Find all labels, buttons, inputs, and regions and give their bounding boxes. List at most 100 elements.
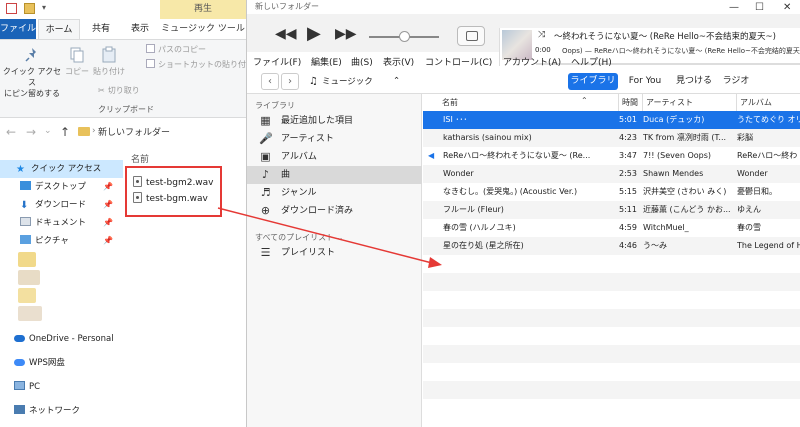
nav-downloads[interactable]: ⬇ ダウンロード 📌 [0, 196, 123, 214]
menu-view[interactable]: 表示(V) [383, 55, 414, 68]
up-arrow-icon[interactable]: ↑ [60, 125, 70, 139]
volume-knob[interactable] [399, 31, 410, 42]
sidebar-item-playlist[interactable]: ☰ プレイリスト [247, 244, 422, 262]
paste-shortcut-icon [146, 59, 155, 68]
nav-pc[interactable]: PC [0, 378, 123, 396]
table-row[interactable] [423, 273, 800, 291]
tab-music-tools[interactable]: ミュージック ツール [160, 19, 246, 39]
column-header-time[interactable]: 時間 [619, 94, 643, 111]
paste-shortcut-button[interactable]: ショートカットの貼り付け [146, 59, 254, 71]
sidebar-item-songs[interactable]: ♪ 曲 [247, 166, 422, 184]
file-item[interactable]: test-bgm2.wav [133, 176, 214, 190]
network-icon [14, 405, 25, 414]
menu-file[interactable]: ファイル(F) [253, 55, 301, 68]
album-icon: ▣ [260, 150, 271, 163]
column-header-name[interactable]: 名前 [439, 94, 619, 111]
sidebar-item-recently-added[interactable]: ▦ 最近追加した項目 [247, 112, 422, 130]
table-row[interactable] [423, 327, 800, 345]
nav-quick-access[interactable]: ★ クイック アクセス [0, 160, 123, 178]
song-artist: 近藤薫 (こんどう かお... [643, 205, 731, 214]
address-path[interactable]: 新しいフォルダー [98, 125, 170, 138]
column-header-artist[interactable]: アーティスト [643, 94, 737, 111]
table-row[interactable] [423, 255, 800, 273]
menu-edit[interactable]: 編集(E) [311, 55, 342, 68]
next-icon[interactable]: ▶▶ [335, 26, 357, 42]
tab-library[interactable]: ライブラリ [568, 73, 618, 90]
file-item[interactable]: test-bgm.wav [133, 192, 208, 206]
clipboard-group-label: クリップボード [98, 105, 154, 114]
menu-controls[interactable]: コントロール(C) [425, 55, 492, 68]
column-header-name[interactable]: 名前 [131, 152, 149, 165]
forward-icon[interactable]: › [281, 73, 299, 90]
media-kind-select[interactable]: ♫ ミュージック ⌃ [309, 73, 401, 90]
window-title: 新しいフォルダー [255, 2, 319, 11]
table-row[interactable]: 春の雪 (ハルノユキ) 4:59 WitchMuel_ 春の雪 [423, 219, 800, 237]
back-icon[interactable]: ‹ [261, 73, 279, 90]
minimize-icon[interactable]: — [729, 2, 739, 13]
back-arrow-icon[interactable]: ← [6, 125, 16, 139]
forward-arrow-icon[interactable]: → [26, 125, 36, 139]
table-row[interactable]: なきむし。(爱哭鬼。) (Acoustic Ver.) 5:15 沢井美空 (さわい… [423, 183, 800, 201]
song-artist: WitchMuel_ [643, 223, 689, 232]
song-name: 星の在り処 (星之所在) [443, 241, 524, 250]
menu-song[interactable]: 曲(S) [351, 55, 373, 68]
sidebar-item-artists[interactable]: 🎤 アーティスト [247, 130, 422, 148]
table-row[interactable]: ISI ･･･ 5:01 Duca (デュッカ) うたてめぐり オリジ [423, 111, 800, 129]
context-tab-play: 再生 [160, 0, 246, 19]
airplay-button[interactable] [457, 26, 485, 46]
cut-button[interactable]: ✂ 切り取り [98, 85, 140, 97]
recent-chevron-icon[interactable]: ⌄ [44, 126, 52, 136]
tab-home[interactable]: ホーム [38, 19, 80, 39]
pin-to-quick-access-button[interactable]: クイック アクセス にピン留めする [2, 46, 62, 99]
column-header-album[interactable]: アルバム [737, 94, 800, 111]
pin-label-1: クイック アクセス [2, 67, 62, 87]
play-icon[interactable]: ▶ [307, 23, 321, 44]
menu-help[interactable]: ヘルプ(H) [571, 55, 612, 68]
nav-pictures[interactable]: ピクチャ 📌 [0, 232, 123, 250]
tab-radio[interactable]: ラジオ [721, 73, 751, 90]
song-name: katharsis (sainou mix) [443, 133, 532, 142]
table-row[interactable]: Wonder 2:53 Shawn Mendes Wonder [423, 165, 800, 183]
maximize-icon[interactable]: ☐ [755, 2, 764, 13]
quick-access-checkbox-icon[interactable] [6, 3, 17, 14]
close-icon[interactable]: ✕ [783, 2, 791, 13]
tab-file[interactable]: ファイル [0, 19, 36, 39]
playlists-header[interactable]: すべてのプレイリスト ⌄ [255, 232, 343, 243]
table-row[interactable]: ◀ ReReハロ〜終われそうにない夏〜 (Re... 3:47 7!! (Seven … [423, 147, 800, 165]
table-row[interactable] [423, 381, 800, 399]
tab-browse[interactable]: 見つける [673, 73, 715, 90]
table-row[interactable]: フルール (Fleur) 5:11 近藤薫 (こんどう かお... ゆえん [423, 201, 800, 219]
copy-button[interactable]: コピー [64, 46, 90, 77]
song-artist: TK from 凛冽时雨 (T... [643, 133, 727, 142]
nav-onedrive[interactable]: OneDrive - Personal [0, 330, 123, 348]
copy-path-button[interactable]: パスのコピー [146, 44, 206, 56]
customize-toolbar-icon[interactable]: ▾ [42, 3, 46, 12]
sidebar-item-genres[interactable]: ♬ ジャンル [247, 184, 422, 202]
tab-share[interactable]: 共有 [84, 19, 118, 39]
audio-file-icon [133, 192, 142, 203]
paste-icon [102, 46, 116, 63]
table-row[interactable] [423, 345, 800, 363]
table-row[interactable] [423, 291, 800, 309]
table-row[interactable] [423, 399, 800, 417]
paste-button[interactable]: 貼り付け [92, 46, 126, 77]
table-row[interactable]: katharsis (sainou mix) 4:23 TK from 凛冽时雨 (… [423, 129, 800, 147]
table-row[interactable]: 星の在り処 (星之所在) 4:46 う～み The Legend of H [423, 237, 800, 255]
nav-documents[interactable]: ドキュメント 📌 [0, 214, 123, 232]
sidebar-label: ダウンロード済み [281, 206, 354, 216]
nav-wps-drive[interactable]: WPS网盘 [0, 354, 123, 372]
song-album: ReReハロ〜終わ [737, 151, 798, 160]
table-row[interactable] [423, 309, 800, 327]
navigation-bar: ‹ › ♫ ミュージック ⌃ ライブラリ For You 見つける ラジオ [247, 70, 800, 94]
table-row[interactable] [423, 363, 800, 381]
tab-for-you[interactable]: For You [623, 73, 667, 90]
nav-desktop[interactable]: デスクトップ 📌 [0, 178, 123, 196]
folder-icon[interactable] [24, 3, 35, 14]
sidebar-item-albums[interactable]: ▣ アルバム [247, 148, 422, 166]
previous-icon[interactable]: ◀◀ [275, 26, 297, 42]
sidebar-item-downloaded[interactable]: ⊕ ダウンロード済み [247, 202, 422, 220]
menu-account[interactable]: アカウント(A) [503, 55, 561, 68]
shuffle-icon[interactable]: ⤨ [538, 30, 545, 40]
tab-view[interactable]: 表示 [122, 19, 158, 39]
nav-network[interactable]: ネットワーク [0, 402, 123, 420]
